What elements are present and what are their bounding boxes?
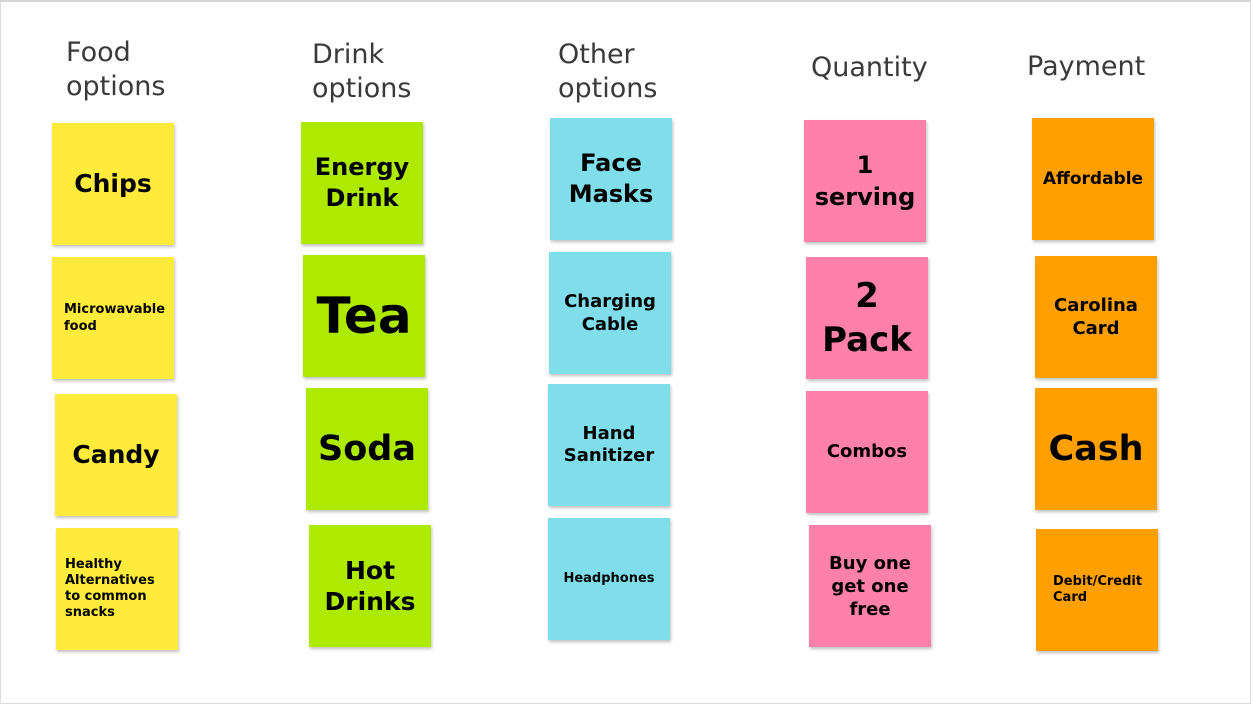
note-text: Carolina Card [1054, 295, 1138, 339]
note-text: Cash [1048, 428, 1144, 469]
sticky-note-microwavable-food[interactable]: Microwavable food [52, 257, 174, 379]
sticky-note-hand-sanitizer[interactable]: Hand Sanitizer [548, 384, 670, 506]
column-title-drink: Drink options [312, 39, 412, 104]
sticky-note-1-serving[interactable]: 1 serving [804, 120, 926, 242]
note-text: Healthy Alternatives to common snacks [65, 557, 155, 620]
note-text: Buy one get one free [829, 552, 911, 620]
sticky-note-debit-credit-card[interactable]: Debit/Credit Card [1036, 529, 1158, 651]
sticky-note-bogo[interactable]: Buy one get one free [809, 525, 931, 647]
column-title-payment: Payment [1027, 51, 1146, 82]
sticky-note-combos[interactable]: Combos [806, 391, 928, 513]
note-text: Energy Drink [314, 153, 410, 212]
sticky-note-hot-drinks[interactable]: Hot Drinks [309, 525, 431, 647]
note-text: Affordable [1042, 168, 1144, 189]
note-text: 1 serving [814, 151, 916, 211]
sticky-note-face-masks[interactable]: Face Masks [550, 118, 672, 240]
sticky-note-energy-drink[interactable]: Energy Drink [301, 122, 423, 244]
note-text: Hot Drinks [324, 556, 416, 616]
note-text: Combos [826, 441, 908, 463]
sticky-note-soda[interactable]: Soda [306, 388, 428, 510]
note-text: Debit/Credit Card [1053, 574, 1143, 605]
note-text: Tea [316, 286, 412, 345]
note-text: Charging Cable [564, 291, 656, 335]
sticky-note-cash[interactable]: Cash [1035, 388, 1157, 510]
column-title-other: Other options [558, 39, 658, 104]
column-title-quantity: Quantity [811, 52, 928, 83]
sticky-note-charging-cable[interactable]: Charging Cable [549, 252, 671, 374]
sticky-note-affordable[interactable]: Affordable [1032, 118, 1154, 240]
note-text: Hand Sanitizer [563, 423, 655, 466]
note-text: Candy [72, 440, 160, 470]
sticky-note-headphones[interactable]: Headphones [548, 518, 670, 640]
sticky-note-healthy-alternatives[interactable]: Healthy Alternatives to common snacks [56, 528, 178, 650]
note-text: Headphones [563, 570, 655, 586]
sticky-note-chips[interactable]: Chips [52, 123, 174, 245]
note-text: 2 Pack [822, 276, 912, 360]
note-text: Soda [318, 428, 416, 469]
sticky-note-candy[interactable]: Candy [55, 394, 177, 516]
sticky-note-carolina-card[interactable]: Carolina Card [1035, 256, 1157, 378]
sticky-note-tea[interactable]: Tea [303, 255, 425, 377]
note-text: Microwavable food [64, 302, 166, 334]
note-text: Chips [74, 169, 152, 199]
sticky-note-2-pack[interactable]: 2 Pack [806, 257, 928, 379]
column-title-food: Food options [66, 37, 166, 102]
note-text: Face Masks [568, 149, 654, 208]
